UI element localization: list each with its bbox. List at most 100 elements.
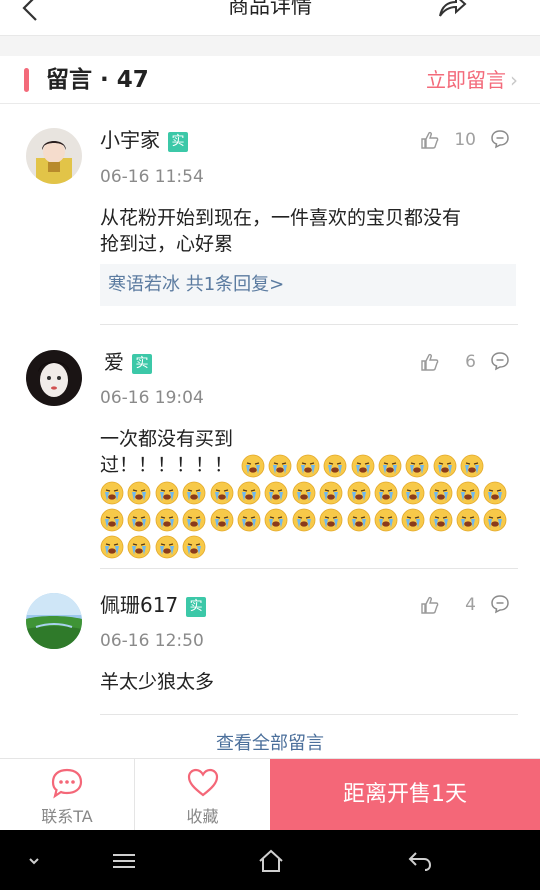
comment-item: 佩珊617 实 4 06-16 12:50 羊太少狼太多 bbox=[0, 570, 540, 716]
system-nav-bar bbox=[0, 830, 540, 890]
comment-time: 06-16 12:50 bbox=[100, 631, 204, 651]
comment-text-line: 从花粉开始到现在，一件喜欢的宝贝都没有 bbox=[100, 207, 462, 229]
avatar[interactable] bbox=[26, 128, 82, 184]
divider bbox=[100, 568, 518, 569]
crying-face-emoji bbox=[264, 508, 288, 531]
comment-bubble-icon[interactable] bbox=[490, 129, 510, 149]
crying-face-emoji bbox=[351, 454, 374, 477]
divider bbox=[100, 324, 518, 325]
section-accent-bar bbox=[24, 68, 29, 92]
crying-face-emoji bbox=[374, 481, 398, 504]
comments-title: 留言 · 47 bbox=[46, 67, 149, 93]
crying-face-emoji bbox=[433, 454, 457, 477]
verified-badge: 实 bbox=[168, 132, 188, 152]
comment-item: 爱实 6 06-16 19:04 一次都没有买到 过！！！！！！ bbox=[0, 326, 540, 570]
comment-text-line: 一次都没有买到 bbox=[100, 428, 234, 450]
crying-face-emoji bbox=[155, 535, 179, 558]
comment-text: 从花粉开始到现在，一件喜欢的宝贝都没有 抢到过，心好累 bbox=[100, 205, 510, 257]
verified-badge: 实 bbox=[186, 597, 207, 617]
thumbs-up-icon[interactable] bbox=[420, 130, 440, 150]
crying-face-emoji bbox=[401, 508, 425, 531]
emoji-row bbox=[100, 533, 510, 560]
reply-summary[interactable]: 寒语若冰 共1条回复> bbox=[100, 264, 516, 306]
username[interactable]: 爱实 bbox=[104, 350, 152, 374]
username-text: 佩珊617 bbox=[100, 593, 179, 617]
crying-face-emoji bbox=[401, 481, 425, 504]
crying-face-emoji bbox=[182, 535, 206, 558]
section-spacer bbox=[0, 36, 540, 56]
post-comment-link[interactable]: 立即留言 › bbox=[426, 68, 518, 92]
crying-face-emoji bbox=[100, 535, 124, 558]
crying-face-emoji bbox=[460, 454, 484, 477]
emoji-row bbox=[100, 506, 510, 533]
crying-face-emoji bbox=[429, 508, 453, 531]
chat-bubble-icon bbox=[51, 768, 83, 799]
crying-face-emoji bbox=[292, 508, 316, 531]
crying-face-emoji bbox=[182, 508, 206, 531]
avatar[interactable] bbox=[26, 350, 82, 406]
comment-text-line: 抢到过，心好累 bbox=[100, 233, 234, 255]
comments-header: 留言 · 47 立即留言 › bbox=[0, 56, 540, 104]
comment-bubble-icon[interactable] bbox=[490, 594, 510, 614]
crying-face-emoji bbox=[237, 508, 261, 531]
crying-face-emoji bbox=[456, 508, 480, 531]
crying-face-emoji bbox=[456, 481, 480, 504]
crying-face-emoji bbox=[210, 481, 233, 504]
thumbs-up-icon[interactable] bbox=[420, 352, 440, 372]
crying-face-emoji bbox=[323, 454, 347, 477]
crying-face-emoji bbox=[347, 508, 370, 531]
comment-text-segment: 过！！！！！！ bbox=[100, 454, 234, 476]
back-arrow-icon[interactable] bbox=[406, 847, 434, 875]
crying-face-emoji bbox=[405, 454, 429, 477]
post-comment-label: 立即留言 bbox=[426, 68, 506, 92]
share-button[interactable] bbox=[436, 0, 468, 20]
crying-face-emoji bbox=[319, 508, 343, 531]
avatar[interactable] bbox=[26, 593, 82, 649]
favorite-label: 收藏 bbox=[186, 807, 219, 826]
menu-icon[interactable] bbox=[110, 847, 138, 875]
crying-face-emoji bbox=[269, 454, 292, 477]
username[interactable]: 佩珊617 实 bbox=[100, 593, 207, 617]
crying-face-emoji bbox=[319, 481, 343, 504]
crying-face-emoji bbox=[378, 454, 402, 477]
thumbs-up-icon[interactable] bbox=[420, 595, 440, 615]
like-count: 10 bbox=[454, 130, 476, 150]
divider bbox=[100, 714, 518, 715]
more-icon: ••• bbox=[482, 0, 534, 12]
heart-icon bbox=[187, 768, 218, 797]
more-button[interactable]: ••• bbox=[482, 0, 532, 12]
verified-badge: 实 bbox=[132, 354, 152, 374]
username[interactable]: 小宇家实 bbox=[100, 128, 188, 152]
comment-time: 06-16 11:54 bbox=[100, 167, 204, 187]
crying-face-emoji bbox=[127, 508, 151, 531]
crying-face-emoji bbox=[374, 508, 398, 531]
comment-text: 羊太少狼太多 bbox=[100, 669, 510, 695]
crying-face-emoji bbox=[241, 454, 265, 477]
view-all-comments-link[interactable]: 查看全部留言 bbox=[0, 732, 540, 756]
top-nav-bar: 商品详情 ••• bbox=[0, 0, 540, 36]
crying-face-emoji bbox=[100, 481, 124, 504]
comment-text-line: 过！！！！！！ bbox=[100, 452, 510, 479]
comment-bubble-icon[interactable] bbox=[490, 351, 510, 371]
contact-seller-button[interactable]: 联系TA bbox=[0, 759, 135, 831]
crying-face-emoji bbox=[127, 481, 151, 504]
crying-face-emoji bbox=[210, 508, 233, 531]
favorite-button[interactable]: 收藏 bbox=[135, 759, 270, 831]
username-text: 小宇家 bbox=[100, 128, 160, 152]
crying-face-emoji bbox=[292, 481, 316, 504]
sale-countdown-button[interactable]: 距离开售1天 bbox=[270, 759, 540, 831]
like-count: 4 bbox=[465, 595, 476, 615]
share-icon bbox=[439, 0, 467, 17]
crying-face-emoji bbox=[484, 481, 507, 504]
like-count: 6 bbox=[465, 352, 476, 372]
crying-face-emoji bbox=[127, 535, 151, 558]
chevron-right-icon: › bbox=[510, 68, 518, 92]
crying-face-emoji bbox=[264, 481, 288, 504]
home-icon[interactable] bbox=[257, 847, 285, 875]
crying-face-emoji bbox=[347, 481, 370, 504]
comment-item: 小宇家实 10 06-16 11:54 从花粉开始到现在，一件喜欢的宝贝都没有 … bbox=[0, 104, 540, 326]
chevron-down-icon[interactable] bbox=[20, 847, 48, 875]
contact-seller-label: 联系TA bbox=[41, 807, 93, 826]
username-text: 爱 bbox=[104, 350, 124, 374]
crying-face-emoji bbox=[155, 481, 179, 504]
